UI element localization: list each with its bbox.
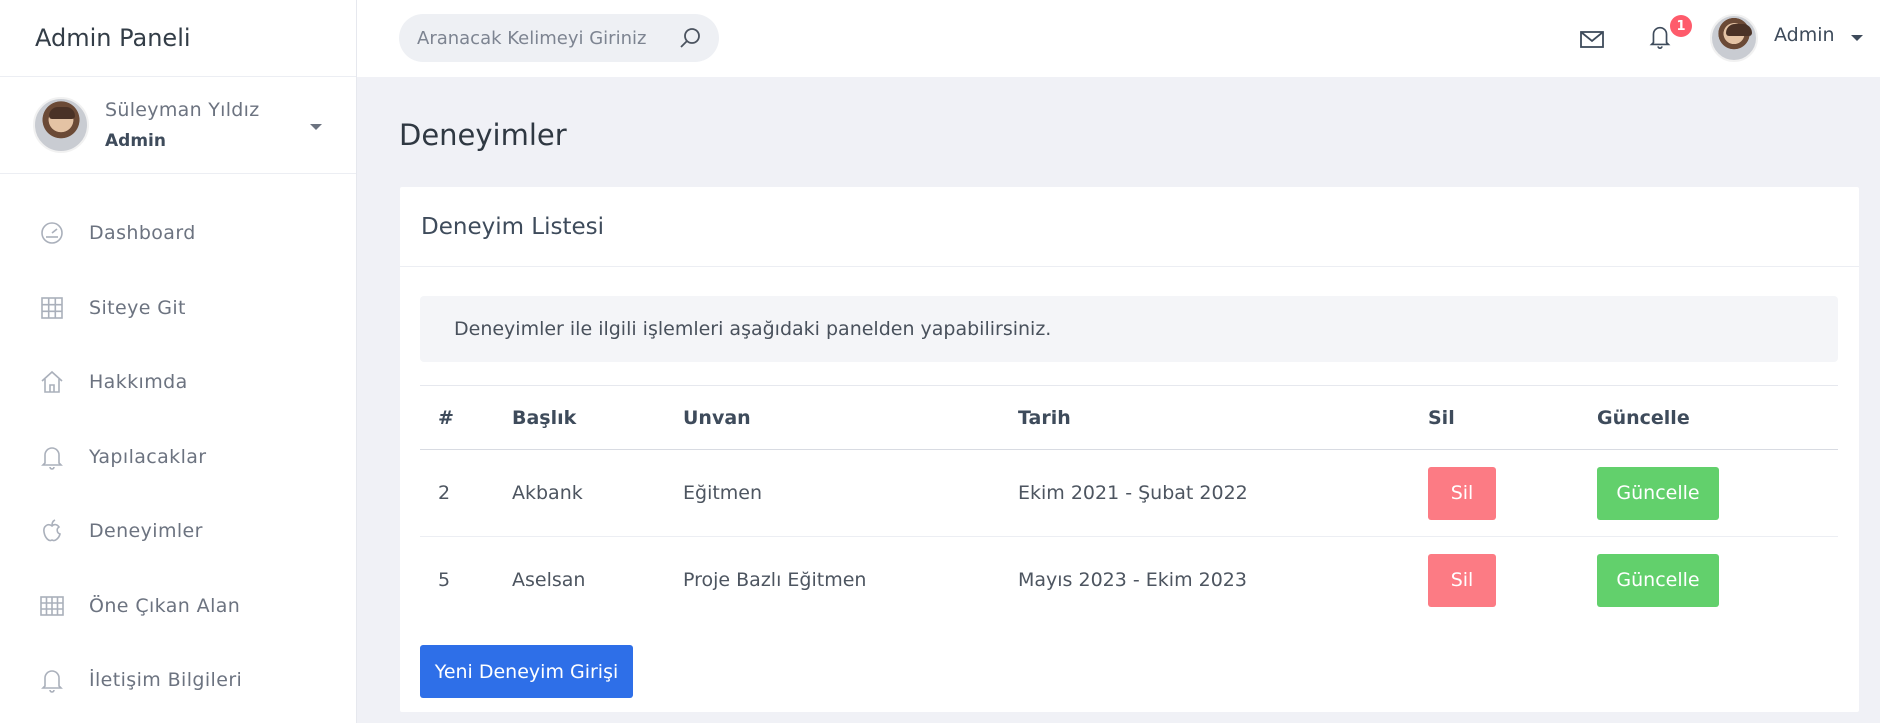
cell-update: Güncelle [1597,449,1838,537]
sidebar-item-label: Yapılacaklar [89,445,207,468]
cell-id: 2 [420,449,512,537]
sidebar-item-label: Öne Çıkan Alan [89,594,241,617]
cell-date: Mayıs 2023 - Ekim 2023 [1018,569,1247,592]
experience-table: # Başlık Unvan Tarih Sil Güncelle 2 Akba… [420,385,1838,624]
table-row: 5 Aselsan Proje Bazlı Eğitmen Mayıs 2023… [420,537,1838,624]
cell-date: Ekim 2021 - Şubat 2022 [1018,449,1428,537]
profile-name: Süleyman Yıldız [105,99,260,121]
experience-card: Deneyim Listesi Deneyimler ile ilgili iş… [400,187,1859,712]
apple-icon [38,517,66,545]
table-header-row: # Başlık Unvan Tarih Sil Güncelle [420,385,1838,450]
sidebar-item-deneyimler[interactable]: Deneyimler [0,494,356,569]
page-title: Deneyimler [399,118,567,152]
profile-role: Admin [105,131,166,151]
bell-icon [38,666,66,694]
user-avatar[interactable] [1710,14,1758,62]
cell-delete: Sil [1428,537,1597,624]
cell-role: Proje Bazlı Eğitmen [683,569,867,592]
notification-badge: 1 [1670,15,1692,37]
brand-title[interactable]: Admin Paneli [0,0,356,77]
cell-delete: Sil [1428,449,1597,537]
home-icon [38,368,66,396]
sidebar-item-label: İletişim Bilgileri [89,669,243,692]
search-input[interactable] [417,27,667,49]
cell-id: 5 [438,569,451,592]
info-alert: Deneyimler ile ilgili işlemleri aşağıdak… [420,296,1838,362]
sidebar-item-hakkimda[interactable]: Hakkımda [0,345,356,420]
sidebar-item-iletisim-bilgileri[interactable]: İletişim Bilgileri [0,643,356,718]
bell-icon [38,443,66,471]
cell-role: Eğitmen [683,449,1018,537]
avatar [33,97,89,153]
card-title: Deneyim Listesi [400,187,1859,267]
table-grid-icon [38,592,66,620]
sidebar-item-dashboard[interactable]: Dashboard [0,196,356,271]
table-row: 2 Akbank Eğitmen Ekim 2021 - Şubat 2022 … [420,449,1838,537]
sidebar-profile[interactable]: Süleyman Yıldız Admin [0,77,356,174]
chevron-down-icon[interactable] [310,124,322,130]
mail-icon[interactable] [1578,25,1606,53]
cell-title: Akbank [512,449,683,537]
delete-button[interactable]: Sil [1428,466,1496,520]
update-button[interactable]: Güncelle [1597,466,1719,520]
sidebar-item-yapilacaklar[interactable]: Yapılacaklar [0,420,356,495]
column-header: # [420,385,512,450]
update-button[interactable]: Güncelle [1597,553,1719,607]
speedometer-icon [38,219,66,247]
sidebar-nav: Dashboard Siteye Git Hakkımda Yapılacakl… [0,174,356,718]
search-box [399,14,719,62]
delete-button[interactable]: Sil [1428,553,1496,607]
column-header: Unvan [683,385,1018,450]
sidebar-item-label: Hakkımda [89,371,188,394]
sidebar-item-siteye-git[interactable]: Siteye Git [0,271,356,346]
search-icon[interactable] [677,25,703,51]
column-header: Tarih [1018,385,1428,450]
new-experience-button[interactable]: Yeni Deneyim Girişi [420,645,633,698]
cell-title: Aselsan [512,569,586,592]
sidebar-item-label: Dashboard [89,222,196,245]
user-name[interactable]: Admin [1774,24,1835,46]
column-header: Sil [1428,385,1597,450]
topbar: 1 Admin [357,0,1880,77]
sidebar-item-label: Siteye Git [89,296,186,319]
cell-update: Güncelle [1597,537,1838,624]
chevron-down-icon[interactable] [1851,35,1863,41]
grid-icon [38,294,66,322]
column-header: Başlık [512,385,683,450]
column-header: Güncelle [1597,385,1838,450]
sidebar-item-label: Deneyimler [89,520,203,543]
sidebar: Admin Paneli Süleyman Yıldız Admin Dashb… [0,0,357,723]
sidebar-item-one-cikan-alan[interactable]: Öne Çıkan Alan [0,569,356,644]
